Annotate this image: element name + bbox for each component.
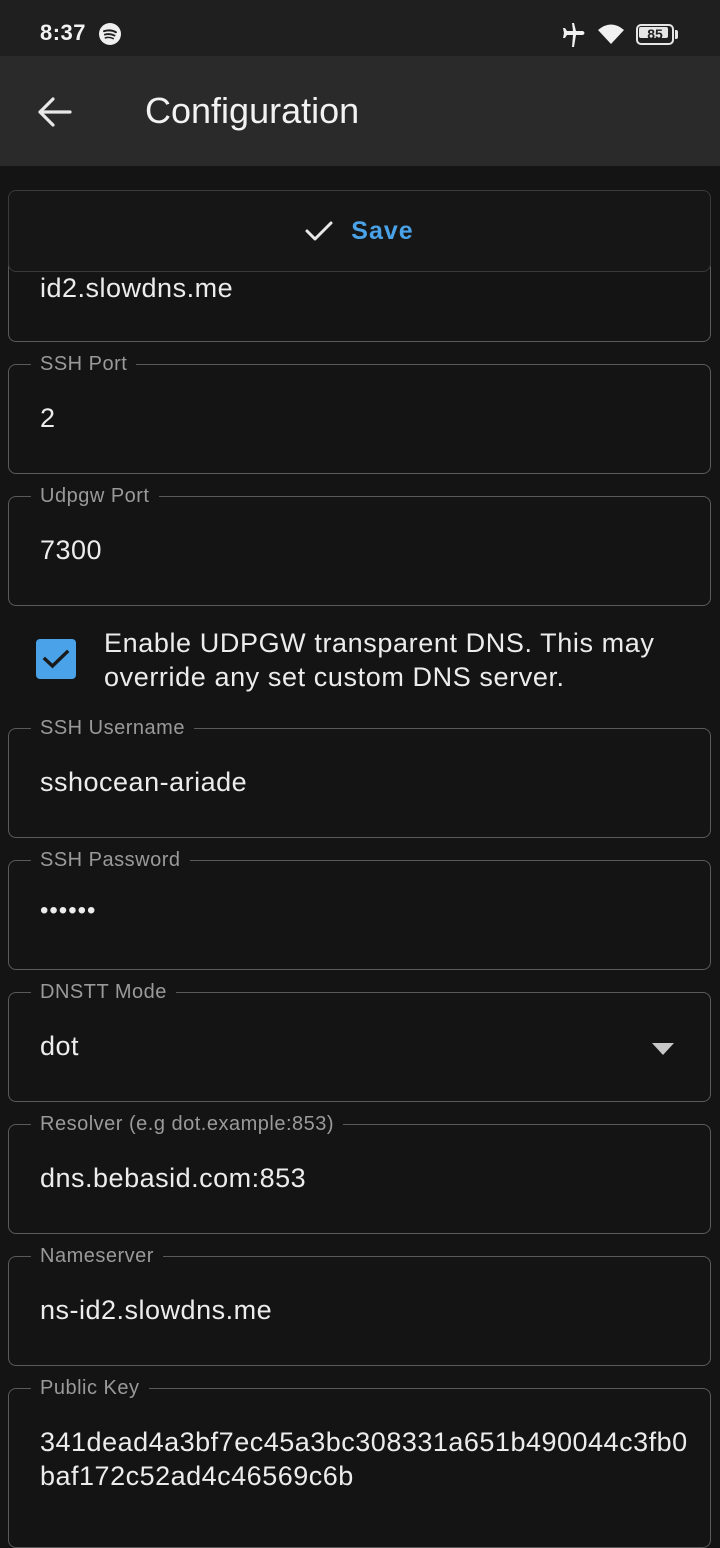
wifi-icon <box>598 24 624 44</box>
back-button[interactable] <box>24 82 84 142</box>
public-key-field[interactable]: Public Key 341dead4a3bf7ec45a3bc308331a6… <box>8 1375 711 1548</box>
udpgw-port-label: Udpgw Port <box>31 483 159 509</box>
resolver-field[interactable]: Resolver (e.g dot.example:853) dns.bebas… <box>8 1111 711 1234</box>
airplane-mode-icon <box>563 23 585 47</box>
check-icon <box>305 221 333 241</box>
udpgw-dns-option: Enable UDPGW transparent DNS. This may o… <box>36 624 696 704</box>
ssh-host-value: id2.slowdns.me <box>40 273 234 303</box>
ssh-password-label: SSH Password <box>31 847 190 873</box>
udpgw-dns-checkbox[interactable] <box>36 639 76 679</box>
arrow-left-icon <box>38 97 72 127</box>
udpgw-port-field[interactable]: Udpgw Port 7300 <box>8 483 711 606</box>
resolver-value: dns.bebasid.com:853 <box>40 1163 307 1193</box>
dnstt-mode-label: DNSTT Mode <box>31 979 176 1005</box>
ssh-port-field[interactable]: SSH Port 2 <box>8 351 711 474</box>
nameserver-field[interactable]: Nameserver ns-id2.slowdns.me <box>8 1243 711 1366</box>
save-button[interactable]: Save <box>8 190 711 272</box>
ssh-password-field[interactable]: SSH Password •••••• <box>8 847 711 970</box>
check-icon <box>42 649 70 669</box>
battery-icon: 85 <box>636 24 678 45</box>
spotify-icon <box>99 23 121 45</box>
ssh-username-value: sshocean-ariade <box>40 767 248 797</box>
public-key-label: Public Key <box>31 1375 149 1401</box>
app-bar: Configuration <box>0 56 720 166</box>
page-title: Configuration <box>145 90 360 131</box>
public-key-value: 341dead4a3bf7ec45a3bc308331a651b490044c3… <box>40 1427 688 1491</box>
status-bar: 8:37 85 <box>0 0 720 56</box>
resolver-label: Resolver (e.g dot.example:853) <box>31 1111 344 1137</box>
ssh-password-value: •••••• <box>40 897 97 924</box>
udpgw-dns-label: Enable UDPGW transparent DNS. This may o… <box>104 628 655 692</box>
battery-level: 85 <box>647 26 663 42</box>
dnstt-mode-value: dot <box>40 1031 80 1061</box>
dnstt-mode-select[interactable]: DNSTT Mode dot <box>8 979 711 1102</box>
status-time: 8:37 <box>40 20 87 45</box>
ssh-port-label: SSH Port <box>31 351 137 377</box>
ssh-username-field[interactable]: SSH Username sshocean-ariade <box>8 715 711 838</box>
save-label: Save <box>351 216 414 245</box>
udpgw-port-value: 7300 <box>40 535 103 565</box>
nameserver-value: ns-id2.slowdns.me <box>40 1295 273 1325</box>
ssh-username-label: SSH Username <box>31 715 194 741</box>
ssh-port-value: 2 <box>40 403 56 433</box>
dropdown-arrow-icon <box>652 1043 674 1055</box>
nameserver-label: Nameserver <box>31 1243 163 1269</box>
